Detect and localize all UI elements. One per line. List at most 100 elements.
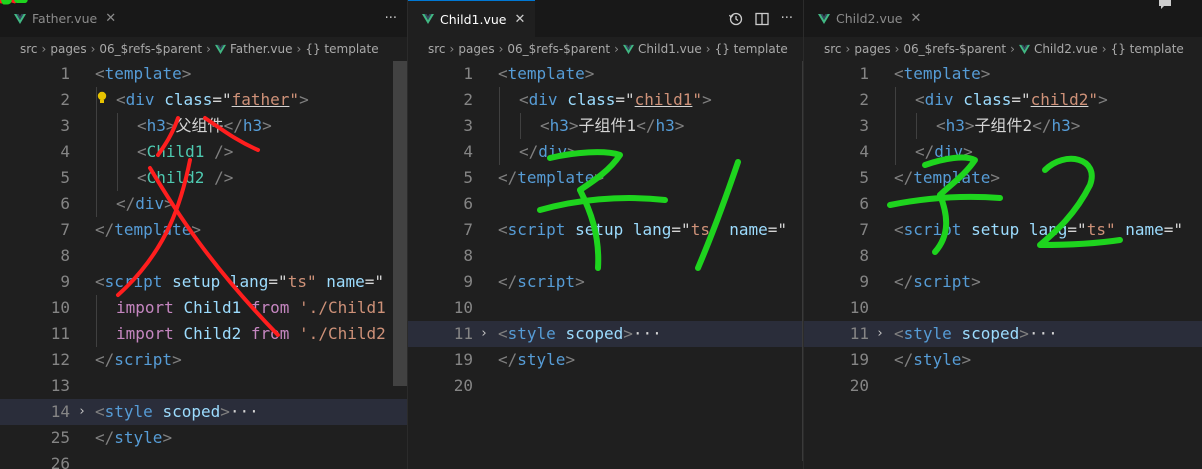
breadcrumb-item[interactable]: src (824, 42, 842, 56)
folded-ellipsis: ··· (1028, 324, 1058, 343)
line-number: 4 (859, 142, 869, 161)
code-line: 10 (408, 295, 803, 321)
chevron-right-icon[interactable]: › (480, 321, 488, 347)
code-line: 2 <div class="child2"> (804, 87, 1202, 113)
tab-father-vue[interactable]: Father.vue ✕ (0, 0, 127, 37)
breadcrumb-item[interactable]: Child1.vue (638, 42, 702, 56)
editor-actions: ··· (385, 0, 397, 37)
line-text: <template> (95, 64, 192, 83)
more-actions-icon[interactable]: ··· (781, 11, 793, 26)
line-number: 2 (463, 90, 473, 109)
line-number: 3 (463, 116, 473, 135)
breadcrumb-item[interactable]: pages (854, 42, 890, 56)
code-line: 10 (804, 295, 1202, 321)
breadcrumb-item[interactable]: 06_$refs-$parent (99, 42, 202, 56)
code-line: 10 import Child1 from './Child1 (0, 295, 407, 321)
code-line: 25 </style> (0, 425, 407, 451)
line-text: </style> (498, 350, 576, 369)
chevron-right-icon: › (206, 42, 211, 56)
breadcrumb-item[interactable]: src (428, 42, 446, 56)
line-number: 10 (453, 298, 473, 317)
code-line: 5 </template> (408, 165, 803, 191)
line-text: <style scoped>··· (95, 402, 259, 421)
chevron-right-icon: › (90, 42, 96, 56)
breadcrumb: src › pages › 06_$refs-$parent › Child1.vue… (408, 37, 803, 61)
breadcrumb-item[interactable]: src (20, 42, 38, 56)
line-text: <h3>子组件1</h3> (540, 116, 685, 135)
tab-child1-vue[interactable]: Child1.vue ✕ (408, 0, 536, 37)
code-line: 11 › <style scoped>··· (408, 321, 803, 347)
tab-child2-vue[interactable]: Child2.vue ✕ (804, 0, 932, 37)
line-text: <style scoped>··· (894, 324, 1058, 343)
line-number: 20 (453, 376, 473, 395)
tab-bar: Father.vue ✕ ··· (0, 0, 407, 37)
code-line: 2 <div class="child1"> (408, 87, 803, 113)
split-editor-icon[interactable] (754, 12, 769, 26)
breadcrumb: src › pages › 06_$refs-$parent › Father.vue… (0, 37, 407, 61)
lightbulb-icon[interactable] (96, 91, 108, 105)
line-number: 9 (60, 272, 70, 291)
breadcrumb-item[interactable]: 06_$refs-$parent (903, 42, 1006, 56)
line-text: </template> (498, 168, 604, 187)
line-number: 4 (60, 142, 70, 161)
breadcrumb-item[interactable]: 06_$refs-$parent (507, 42, 610, 56)
line-number: 11 (453, 324, 473, 343)
breadcrumb-item[interactable]: pages (50, 42, 86, 56)
code-line: 2 <div class="father"> (0, 87, 407, 113)
breadcrumb-item[interactable]: {} template (1111, 42, 1184, 56)
line-number: 11 (50, 324, 70, 343)
breadcrumb-item[interactable]: {} template (715, 42, 788, 56)
code-line: 5 <Child2 /> (0, 165, 407, 191)
breadcrumb-item[interactable]: Father.vue (230, 42, 293, 56)
tab-label: Child2.vue (836, 11, 903, 26)
breadcrumb-item[interactable]: pages (458, 42, 494, 56)
editor-pane-father: Father.vue ✕ ··· src › pages › 06_$refs-$p… (0, 0, 407, 469)
line-number: 8 (60, 246, 70, 265)
code-editor[interactable]: 1 <template> 2 <div class="child2"> 3 <h3>子… (804, 61, 1202, 399)
vue-file-icon (14, 13, 26, 24)
code-editor[interactable]: 1 <template> 2 <div class="father"> 3 <h3>父… (0, 61, 407, 469)
line-number: 8 (463, 246, 473, 265)
close-icon[interactable]: ✕ (105, 11, 116, 26)
line-text: <div class="child2"> (915, 90, 1108, 109)
line-number: 2 (60, 90, 70, 109)
code-line: 4 </div> (408, 139, 803, 165)
line-text: </template> (95, 220, 201, 239)
code-line: 6 (804, 191, 1202, 217)
line-number: 7 (859, 220, 869, 239)
line-number: 6 (859, 194, 869, 213)
close-icon[interactable]: ✕ (514, 12, 525, 27)
code-line: 4 <Child1 /> (0, 139, 407, 165)
tab-label: Father.vue (32, 11, 98, 26)
breadcrumb-item[interactable]: {} template (305, 42, 378, 56)
code-line: 26 (0, 451, 407, 469)
line-number: 6 (463, 194, 473, 213)
editor-actions: ··· (728, 0, 793, 37)
more-actions-icon[interactable]: ··· (385, 11, 397, 26)
line-number: 20 (849, 376, 869, 395)
line-text: </script> (95, 350, 182, 369)
chevron-right-icon: › (845, 42, 851, 56)
vertical-scrollbar[interactable] (393, 61, 407, 386)
line-number: 8 (859, 246, 869, 265)
code-line: 7 <script setup lang="ts" name=" (804, 217, 1202, 243)
line-text: <script setup lang="ts" name=" (95, 272, 385, 291)
code-line: 14 › <style scoped>··· (0, 399, 407, 425)
code-line: 6 (408, 191, 803, 217)
line-number: 10 (849, 298, 869, 317)
breadcrumb-item[interactable]: Child2.vue (1034, 42, 1098, 56)
code-editor[interactable]: 1 <template> 2 <div class="child1"> 3 <h3>子… (408, 61, 803, 399)
chevron-right-icon: › (705, 42, 711, 56)
line-number: 11 (849, 324, 869, 343)
history-icon[interactable] (728, 12, 743, 26)
chevron-right-icon[interactable]: › (78, 399, 86, 425)
line-text: import Child1 from './Child1 (116, 298, 386, 317)
chevron-right-icon[interactable]: › (876, 321, 884, 347)
code-line: 12 </script> (0, 347, 407, 373)
code-line: 6 </div> (0, 191, 407, 217)
line-text: import Child2 from './Child2 (116, 324, 386, 343)
close-icon[interactable]: ✕ (910, 11, 921, 26)
folded-ellipsis: ··· (229, 402, 259, 421)
notification-icon[interactable] (1158, 0, 1172, 10)
code-line: 5 </template> (804, 165, 1202, 191)
